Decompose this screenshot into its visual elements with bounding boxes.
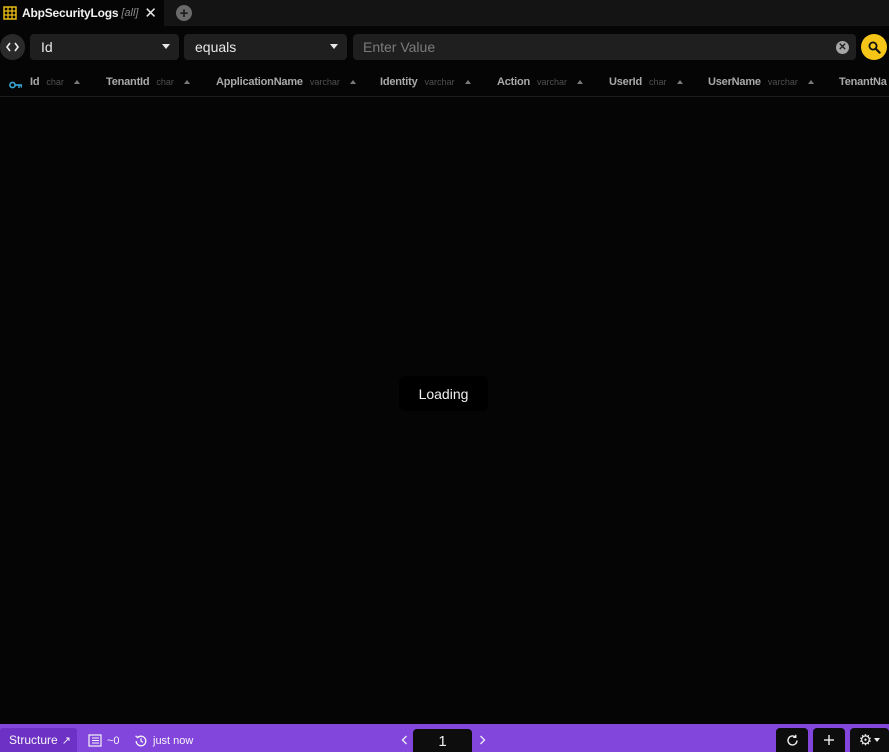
column-name: TenantId [106,76,150,88]
tab-badge: [all] [121,7,139,19]
plus-circle-icon[interactable]: + [176,5,192,21]
column-type: varchar [424,77,455,87]
column-header-tenantname[interactable]: TenantNa [839,74,887,90]
column-name: TenantNa [839,76,887,88]
column-type: varchar [537,77,568,87]
loading-indicator: Loading [399,376,488,411]
column-select-value: Id [41,39,53,55]
settings-button[interactable]: ⚙ [850,728,889,752]
operator-select-value: equals [195,39,237,55]
structure-label: Structure [9,733,58,747]
chevron-right-icon[interactable] [476,733,488,747]
code-brackets-icon[interactable] [0,34,25,60]
operator-select[interactable]: equals [184,34,347,60]
search-button[interactable] [861,34,887,60]
column-header-identity[interactable]: Identity varchar [380,74,471,90]
column-type: char [649,77,667,87]
row-count: ~0 [88,734,120,747]
column-type: char [46,77,64,87]
sort-icon[interactable] [73,80,80,84]
refresh-button[interactable] [776,728,808,752]
column-name: Identity [380,76,418,88]
tab-bar: AbpSecurityLogs [all] ✕ + [0,0,889,26]
column-header-applicationname[interactable]: ApplicationName varchar [216,74,356,90]
column-type: varchar [309,77,340,87]
refresh-icon [786,734,798,746]
column-name: Action [497,76,531,88]
table-icon [3,6,17,20]
column-name: Id [30,76,40,88]
column-header-tenantid[interactable]: TenantId char [106,74,190,90]
filter-bar: Id equals ✕ [0,33,889,61]
sort-icon[interactable] [676,80,683,84]
history-icon [134,734,148,748]
column-type: varchar [767,77,798,87]
column-header-userid[interactable]: UserId char [609,74,683,90]
filter-value-input[interactable] [353,34,856,60]
column-header-row: Id char TenantId char ApplicationName va… [0,67,889,97]
chevron-left-icon[interactable] [398,733,410,747]
sort-icon[interactable] [464,80,471,84]
chevron-down-icon [162,44,170,49]
structure-button[interactable]: Structure ↗ [0,728,77,752]
status-bar: Structure ↗ ~0 just now 1 ⚙ [0,724,889,752]
primary-key-icon [9,77,23,89]
column-name: UserId [609,76,643,88]
external-arrow-icon: ↗ [61,734,71,747]
last-refreshed-value: just now [153,735,194,747]
sort-icon[interactable] [183,80,190,84]
gear-icon: ⚙ [858,731,873,749]
column-header-action[interactable]: Action varchar [497,74,584,90]
tab-abpsecuritylogs[interactable]: AbpSecurityLogs [all] ✕ [0,0,164,26]
column-type: char [156,77,174,87]
rows-icon [88,734,102,747]
close-icon[interactable]: ✕ [144,6,157,21]
column-header-username[interactable]: UserName varchar [708,74,814,90]
page-number-input[interactable]: 1 [413,729,472,752]
column-name: ApplicationName [216,76,303,88]
tab-title: AbpSecurityLogs [22,6,119,20]
chevron-down-icon [874,738,881,742]
sort-icon[interactable] [577,80,584,84]
last-refreshed: just now [134,734,193,748]
column-header-id[interactable]: Id char [9,74,80,90]
search-icon [868,41,881,54]
sort-icon[interactable] [349,80,356,84]
column-select[interactable]: Id [30,34,179,60]
chevron-down-icon [330,44,338,49]
clear-icon[interactable]: ✕ [836,41,849,54]
add-row-icon [824,735,834,745]
sort-icon[interactable] [807,80,814,84]
add-row-button[interactable] [813,728,845,752]
column-name: UserName [708,76,761,88]
row-count-value: ~0 [107,734,120,747]
